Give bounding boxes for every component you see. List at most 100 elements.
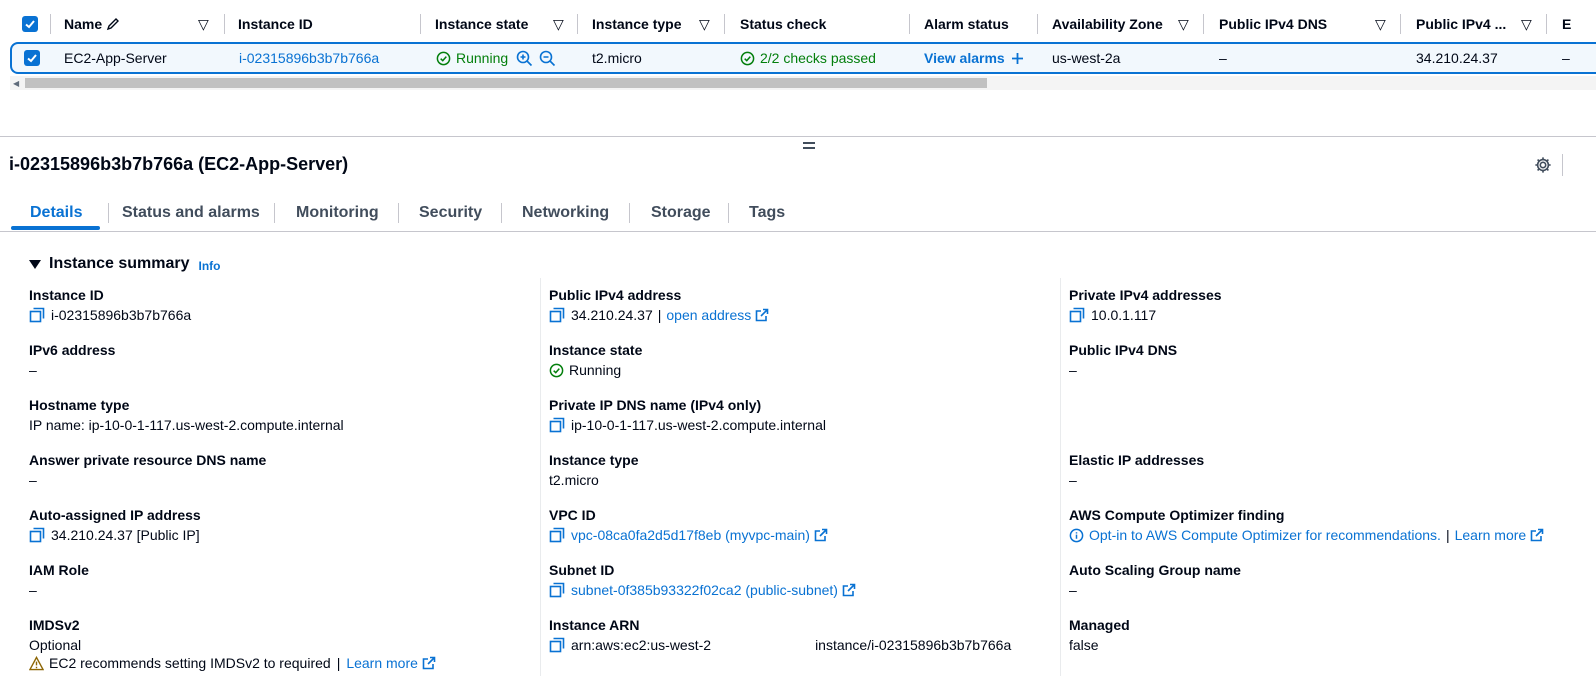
tab-tags[interactable]: Tags xyxy=(749,196,785,230)
check-icon xyxy=(25,20,35,29)
col-header-alarm-status[interactable]: Alarm status xyxy=(924,9,1009,39)
info-circle-icon xyxy=(1069,528,1084,542)
select-all-checkbox[interactable] xyxy=(22,16,38,32)
field-instance-id: Instance ID i-02315896b3b7b766a xyxy=(29,287,192,323)
field-iam-role: IAM Role – xyxy=(29,562,89,598)
zoom-in-icon[interactable] xyxy=(516,50,533,67)
field-hostname-type: Hostname type IP name: ip-10-0-1-117.us-… xyxy=(29,397,344,433)
field-auto-assigned-ip: Auto-assigned IP address 34.210.24.37 [P… xyxy=(29,507,201,543)
optimizer-learn-more-link[interactable]: Learn more xyxy=(1455,525,1527,545)
copy-icon[interactable] xyxy=(549,582,565,598)
imds-warning: EC2 recommends setting IMDSv2 to require… xyxy=(29,653,436,673)
field-ipv6-address: IPv6 address – xyxy=(29,342,116,378)
col-header-public-dns[interactable]: Public IPv4 DNS xyxy=(1219,9,1327,39)
scroll-left-arrow-icon[interactable]: ◀ xyxy=(13,79,19,88)
copy-icon[interactable] xyxy=(29,527,45,543)
field-auto-scaling-group: Auto Scaling Group name – xyxy=(1069,562,1241,598)
zoom-out-icon[interactable] xyxy=(539,50,556,67)
check-circle-icon xyxy=(740,51,755,65)
field-private-ip-dns: Private IP DNS name (IPv4 only) ip-10-0-… xyxy=(549,397,826,433)
sort-icon[interactable]: ▽ xyxy=(553,9,564,39)
col-header-name[interactable]: Name xyxy=(64,9,120,39)
tab-networking[interactable]: Networking xyxy=(522,196,609,230)
cell-public-ip: 34.210.24.37 xyxy=(1416,50,1498,66)
edit-pencil-icon[interactable] xyxy=(106,17,120,31)
sort-icon[interactable]: ▽ xyxy=(1521,9,1532,39)
cell-name: EC2-App-Server xyxy=(64,50,167,66)
field-imdsv2: IMDSv2 Optional EC2 recommends setting I… xyxy=(29,615,436,673)
scroll-thumb[interactable] xyxy=(25,78,987,88)
field-public-ipv4-address: Public IPv4 address 34.210.24.37 | open ad… xyxy=(549,285,769,325)
open-address-link[interactable]: open address xyxy=(666,305,751,325)
section-header-instance-summary[interactable]: Instance summary Info xyxy=(29,255,221,273)
field-elastic-ip: Elastic IP addresses – xyxy=(1069,452,1205,488)
warning-icon xyxy=(29,655,44,670)
caret-down-icon[interactable] xyxy=(29,259,41,269)
row-checkbox[interactable] xyxy=(24,50,40,66)
col-header-availability-zone[interactable]: Availability Zone xyxy=(1052,9,1163,39)
tab-monitoring[interactable]: Monitoring xyxy=(296,196,379,230)
subnet-id-link[interactable]: subnet-0f385b93322f02ca2 (public-subnet) xyxy=(571,580,838,600)
external-link-icon[interactable] xyxy=(842,583,856,597)
cell-instance-type: t2.micro xyxy=(592,50,642,66)
check-circle-icon xyxy=(549,363,564,377)
table-row[interactable]: EC2-App-Server i-02315896b3b7b766a Runni… xyxy=(10,42,1596,74)
field-managed: Managed false xyxy=(1069,617,1130,653)
col-header-instance-type[interactable]: Instance type xyxy=(592,9,681,39)
tab-storage[interactable]: Storage xyxy=(651,196,711,230)
instances-table: Name ▽ Instance ID Instance state ▽ Inst… xyxy=(0,0,1596,92)
copy-icon[interactable] xyxy=(549,307,565,323)
tab-details[interactable]: Details xyxy=(30,196,82,230)
field-public-ipv4-dns: Public IPv4 DNS – xyxy=(1069,342,1178,378)
copy-icon[interactable] xyxy=(29,307,45,323)
vpc-id-link[interactable]: vpc-08ca0fa2d5d17f8eb (myvpc-main) xyxy=(571,525,810,545)
copy-icon[interactable] xyxy=(549,637,565,653)
field-instance-state: Instance state Running xyxy=(549,342,643,378)
view-alarms-link[interactable]: View alarms xyxy=(924,44,1024,72)
col-header-public-ip[interactable]: Public IPv4 ... xyxy=(1416,9,1506,39)
instance-id-link[interactable]: i-02315896b3b7b766a xyxy=(239,44,379,72)
imds-learn-more-link[interactable]: Learn more xyxy=(346,653,418,673)
field-instance-type: Instance type t2.micro xyxy=(549,452,639,488)
check-circle-icon xyxy=(436,51,451,65)
plus-icon[interactable] xyxy=(1011,52,1024,65)
col-header-instance-id[interactable]: Instance ID xyxy=(238,9,313,39)
cell-instance-state: Running xyxy=(436,44,556,72)
field-private-ipv4: Private IPv4 addresses 10.0.1.117 xyxy=(1069,287,1222,323)
horizontal-scrollbar[interactable]: ◀ xyxy=(10,76,1596,90)
info-link[interactable]: Info xyxy=(199,259,221,273)
active-tab-indicator xyxy=(11,226,100,230)
copy-icon[interactable] xyxy=(549,527,565,543)
external-link-icon[interactable] xyxy=(814,528,828,542)
external-link-icon[interactable] xyxy=(1530,528,1544,542)
external-link-icon[interactable] xyxy=(755,308,769,322)
field-answer-private-dns: Answer private resource DNS name – xyxy=(29,452,267,488)
cell-truncated: – xyxy=(1562,50,1570,66)
field-compute-optimizer: AWS Compute Optimizer finding Opt-in to … xyxy=(1069,505,1544,545)
details-tabs: Details Status and alarms Monitoring Sec… xyxy=(0,196,1596,232)
panel-title: i-02315896b3b7b766a (EC2-App-Server) xyxy=(9,154,349,174)
cell-availability-zone: us-west-2a xyxy=(1052,50,1121,66)
col-header-instance-state[interactable]: Instance state xyxy=(435,9,528,39)
table-header: Name ▽ Instance ID Instance state ▽ Inst… xyxy=(0,9,1596,39)
field-subnet-id: Subnet ID subnet-0f385b93322f02ca2 (publ… xyxy=(549,560,856,600)
col-header-status-check[interactable]: Status check xyxy=(740,9,826,39)
field-instance-arn: Instance ARN arn:aws:ec2:us-west-2 instan… xyxy=(549,617,1012,653)
tab-security[interactable]: Security xyxy=(419,196,482,230)
sort-icon[interactable]: ▽ xyxy=(198,9,209,39)
drag-handle-icon[interactable] xyxy=(803,142,815,150)
field-vpc-id: VPC ID vpc-08ca0fa2d5d17f8eb (myvpc-main… xyxy=(549,505,828,545)
sort-icon[interactable]: ▽ xyxy=(1375,9,1386,39)
copy-icon[interactable] xyxy=(1069,307,1085,323)
sort-icon[interactable]: ▽ xyxy=(1178,9,1189,39)
gear-icon[interactable] xyxy=(1534,156,1552,174)
panel-splitter xyxy=(0,136,1596,137)
copy-icon[interactable] xyxy=(549,417,565,433)
sort-icon[interactable]: ▽ xyxy=(699,9,710,39)
col-header-truncated[interactable]: E xyxy=(1562,9,1571,39)
external-link-icon[interactable] xyxy=(422,656,436,670)
check-icon xyxy=(27,54,37,63)
cell-status-check: 2/2 checks passed xyxy=(740,44,876,72)
tab-status-and-alarms[interactable]: Status and alarms xyxy=(122,196,260,230)
optimizer-opt-in-link[interactable]: Opt-in to AWS Compute Optimizer for reco… xyxy=(1089,525,1441,545)
